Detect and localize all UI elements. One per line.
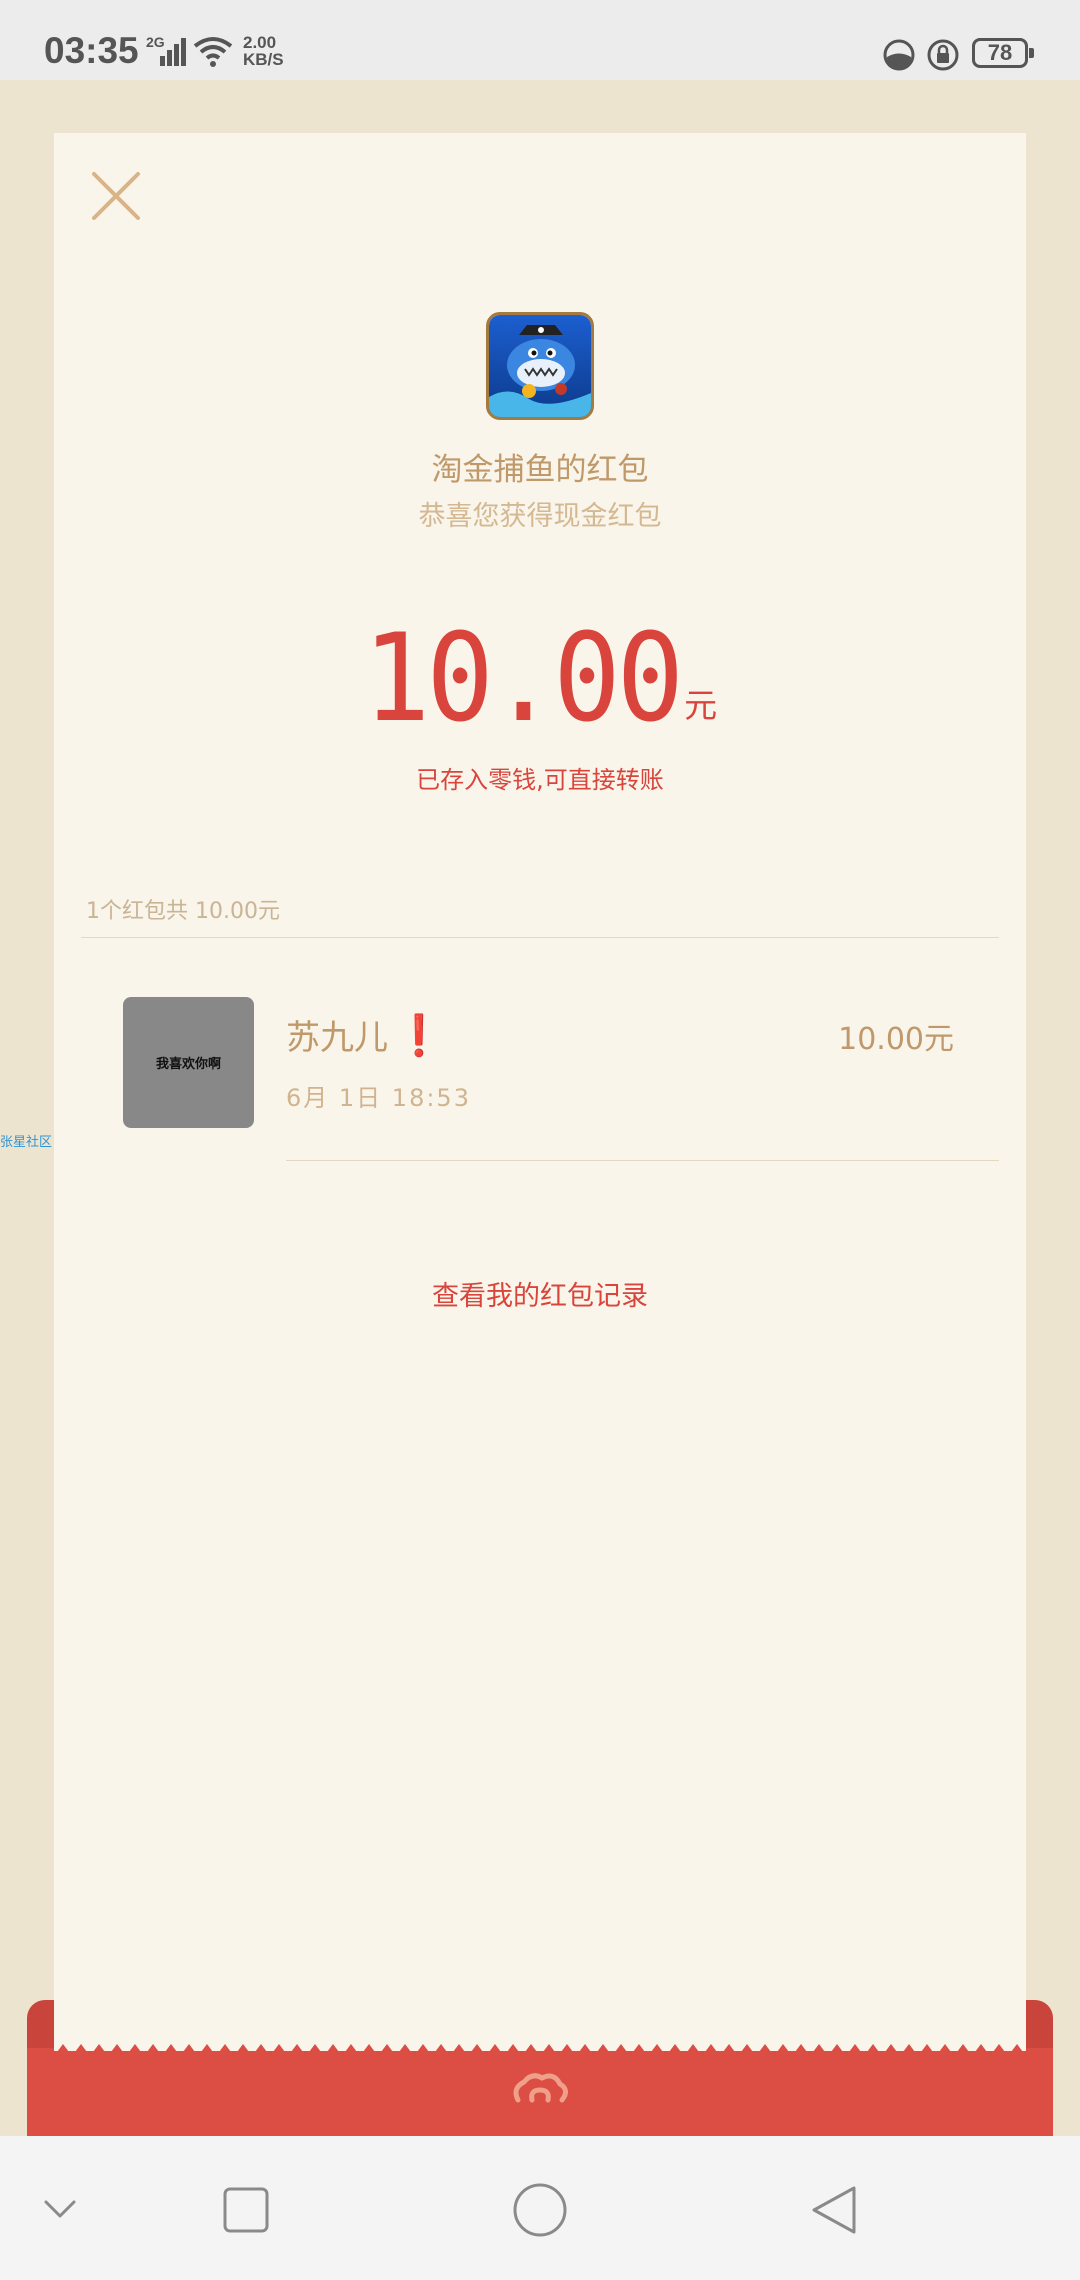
- packet-summary: 1个红包共 10.00元: [86, 899, 280, 924]
- network-speed: 2.00 KB/S: [243, 33, 284, 69]
- close-icon[interactable]: [88, 168, 144, 224]
- exclamation-icon: ❗: [394, 1013, 444, 1059]
- sender-name: 苏九儿 ❗: [286, 1013, 444, 1059]
- app-icon: [486, 312, 594, 420]
- avatar-text: 我喜欢你啊: [155, 1057, 221, 1072]
- status-time: 03:35: [44, 30, 139, 71]
- data-saver-icon: [883, 39, 915, 71]
- packet-title: 淘金捕鱼的红包: [431, 452, 649, 488]
- network-type: 2G: [146, 34, 165, 50]
- avatar[interactable]: 我喜欢你啊: [123, 997, 254, 1128]
- recent-apps-icon[interactable]: [222, 2186, 270, 2234]
- divider: [81, 937, 999, 938]
- envelope-cloud-icon: [513, 2073, 568, 2103]
- home-icon[interactable]: [512, 2182, 568, 2238]
- status-bar: 03:35 2G 2.00 KB/S 78: [0, 0, 1080, 80]
- amount-value: 10.00: [362, 608, 684, 750]
- chevron-down-icon[interactable]: [40, 2188, 80, 2228]
- packet-subtitle: 恭喜您获得现金红包: [418, 501, 662, 532]
- record-time: 6月 1日 18:53: [286, 1084, 471, 1112]
- navigation-bar: [0, 2136, 1080, 2280]
- amount-display: 10.00 元: [0, 609, 1080, 749]
- back-icon[interactable]: [808, 2184, 860, 2236]
- stored-note: 已存入零钱,可直接转账: [416, 766, 664, 794]
- battery-indicator: 78: [972, 38, 1034, 68]
- rotation-lock-icon: [927, 39, 959, 71]
- record-divider: [286, 1160, 999, 1161]
- amount-unit: 元: [684, 686, 718, 725]
- card-zigzag-edge: [54, 2044, 1026, 2056]
- record-amount: 10.00元: [838, 1022, 954, 1057]
- side-watermark-label: 张星社区: [0, 1135, 53, 1150]
- wifi-icon: [193, 37, 233, 67]
- view-history-link[interactable]: 查看我的红包记录: [0, 1274, 1080, 1313]
